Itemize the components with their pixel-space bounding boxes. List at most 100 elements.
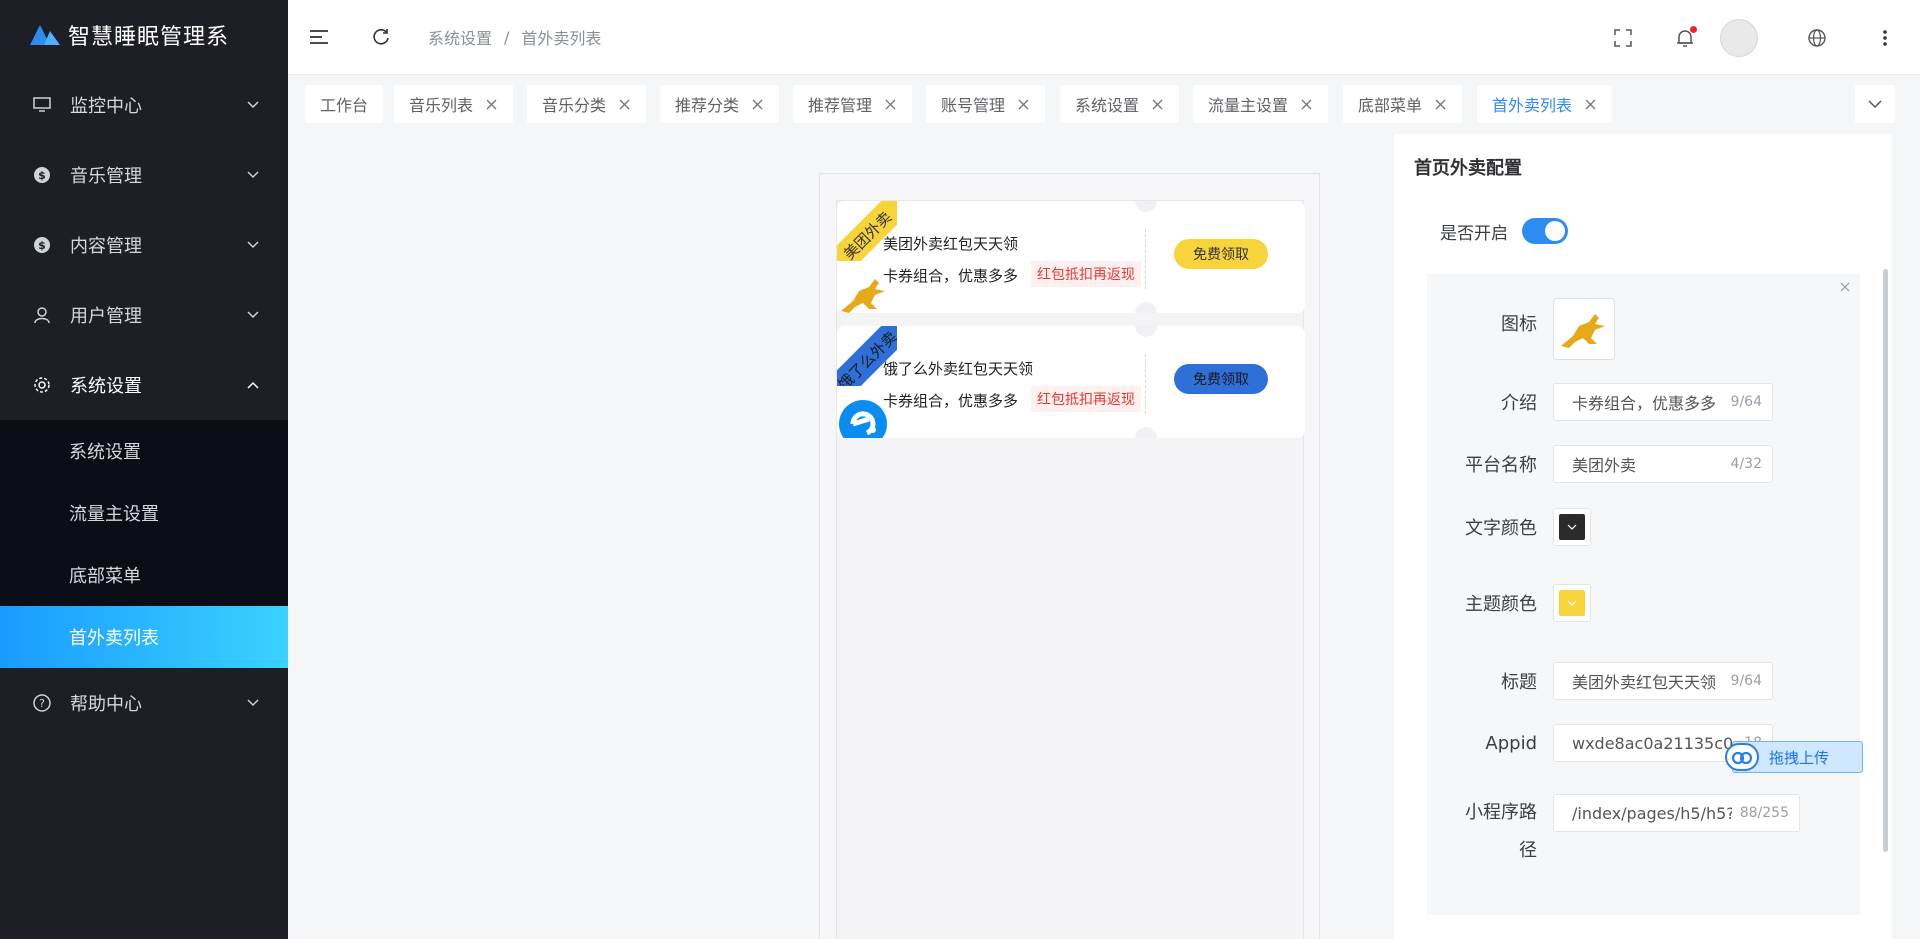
tab-label: 音乐分类 bbox=[542, 96, 607, 115]
close-icon[interactable] bbox=[1584, 98, 1597, 111]
enable-row: 是否开启 bbox=[1440, 218, 1568, 244]
header-actions bbox=[1610, 0, 1920, 75]
top-header: 系统设置 / 首外卖列表 bbox=[288, 0, 1920, 75]
tab-label: 推荐管理 bbox=[808, 96, 873, 115]
tab-label: 工作台 bbox=[320, 96, 369, 115]
notification-dot bbox=[1690, 25, 1697, 33]
icon-upload[interactable] bbox=[1553, 298, 1615, 360]
tab-music-category[interactable]: 音乐分类 bbox=[527, 85, 647, 123]
tab-music-list[interactable]: 音乐列表 bbox=[394, 85, 514, 123]
menu-item-users[interactable]: 用户管理 bbox=[0, 280, 288, 350]
menu-item-content[interactable]: $ 内容管理 bbox=[0, 210, 288, 280]
tab-bottom-menu[interactable]: 底部菜单 bbox=[1343, 85, 1463, 123]
tab-label: 流量主设置 bbox=[1208, 96, 1289, 115]
input-value: 美团外卖 bbox=[1572, 456, 1637, 475]
svg-text:?: ? bbox=[39, 697, 45, 710]
breadcrumb: 系统设置 / 首外卖列表 bbox=[428, 25, 601, 49]
fullscreen-icon[interactable] bbox=[1610, 25, 1636, 51]
chevron-up-icon bbox=[247, 381, 259, 389]
panel-scrollbar[interactable] bbox=[1883, 269, 1888, 852]
submenu-system-settings: 系统设置 流量主设置 底部菜单 首外卖列表 bbox=[0, 420, 288, 668]
coupon-divider bbox=[1145, 229, 1146, 289]
coupon-card-meituan[interactable]: 美团外卖 美团外卖红包天天领 卡券组合，优惠多多 红包抵扣再返现 免费领取 bbox=[837, 201, 1305, 313]
avatar[interactable] bbox=[1720, 18, 1758, 57]
text-color-picker[interactable] bbox=[1553, 508, 1591, 546]
tab-label: 系统设置 bbox=[1075, 96, 1140, 115]
submenu-item-bottom-menu[interactable]: 底部菜单 bbox=[0, 544, 288, 606]
tab-label: 音乐列表 bbox=[409, 96, 474, 115]
coupon-notch bbox=[1135, 427, 1157, 438]
coupon-card-eleme[interactable]: 饿了么外卖 饿了么外卖红包天天领 卡券组合，优惠多多 红包抵扣再返现 免费领取 bbox=[837, 326, 1305, 438]
platform-input[interactable]: 美团外卖 4/32 bbox=[1553, 445, 1773, 483]
tab-account-manage[interactable]: 账号管理 bbox=[926, 85, 1046, 123]
breadcrumb-item-current: 首外卖列表 bbox=[521, 29, 602, 48]
menu-fold-icon[interactable] bbox=[306, 24, 332, 50]
tab-recommend-manage[interactable]: 推荐管理 bbox=[793, 85, 913, 123]
close-icon[interactable] bbox=[1151, 98, 1164, 111]
close-icon[interactable] bbox=[1434, 98, 1447, 111]
tab-takeout-list[interactable]: 首外卖列表 bbox=[1477, 85, 1613, 123]
tab-recommend-category[interactable]: 推荐分类 bbox=[660, 85, 780, 123]
chevron-down-icon bbox=[247, 101, 259, 109]
coupon-desc: 卡券组合，优惠多多 bbox=[883, 267, 1019, 285]
drag-upload-widget[interactable]: 拖拽上传 bbox=[1725, 741, 1863, 773]
tab-traffic-settings[interactable]: 流量主设置 bbox=[1193, 85, 1329, 123]
menu-item-monitor[interactable]: 监控中心 bbox=[0, 70, 288, 140]
dollar-circle-icon: $ bbox=[32, 235, 52, 255]
upload-label: 拖拽上传 bbox=[1769, 748, 1830, 767]
field-platform-row: 平台名称 美团外卖 4/32 bbox=[1427, 445, 1860, 483]
submenu-item-takeout-list[interactable]: 首外卖列表 bbox=[0, 606, 288, 668]
enable-label: 是否开启 bbox=[1440, 223, 1508, 244]
menu-item-help[interactable]: ? 帮助中心 bbox=[0, 668, 288, 738]
field-label: 介绍 bbox=[1501, 393, 1537, 414]
title-input[interactable]: 美团外卖红包天天领 9/64 bbox=[1553, 662, 1773, 700]
coupon-title: 美团外卖红包天天领 bbox=[883, 235, 1019, 253]
coupon-tag: 红包抵扣再返现 bbox=[1031, 261, 1141, 287]
tabs-dropdown-button[interactable] bbox=[1855, 85, 1895, 123]
submenu-item-traffic-settings[interactable]: 流量主设置 bbox=[0, 482, 288, 544]
question-circle-icon: ? bbox=[32, 693, 52, 713]
tab-label: 推荐分类 bbox=[675, 96, 740, 115]
theme-color-picker[interactable] bbox=[1553, 584, 1591, 622]
gear-icon bbox=[32, 375, 52, 395]
tab-workbench[interactable]: 工作台 bbox=[305, 85, 384, 123]
close-icon[interactable] bbox=[1300, 98, 1313, 111]
path-input[interactable]: /index/pages/h5/h5?f_u 88/255 bbox=[1553, 794, 1800, 832]
free-claim-button[interactable]: 免费领取 bbox=[1174, 364, 1268, 394]
chevron-down-icon bbox=[1567, 600, 1577, 606]
field-path-row: 小程序路 径 /index/pages/h5/h5?f_u 88/255 bbox=[1427, 794, 1860, 870]
color-swatch bbox=[1559, 590, 1585, 616]
dollar-circle-icon: $ bbox=[32, 165, 52, 185]
breadcrumb-separator: / bbox=[504, 27, 510, 47]
close-icon[interactable] bbox=[618, 98, 631, 111]
close-icon[interactable] bbox=[1017, 98, 1030, 111]
menu-item-system-settings[interactable]: 系统设置 bbox=[0, 350, 288, 420]
free-claim-button[interactable]: 免费领取 bbox=[1174, 239, 1268, 269]
tab-system-settings[interactable]: 系统设置 bbox=[1060, 85, 1180, 123]
more-vertical-icon[interactable] bbox=[1872, 25, 1898, 51]
breadcrumb-item[interactable]: 系统设置 bbox=[428, 25, 492, 49]
config-panel: 首页外卖配置 是否开启 图标 介绍 卡券组合，优惠多多 9/64 平台名称 美团… bbox=[1394, 134, 1892, 939]
submenu-item-system-settings[interactable]: 系统设置 bbox=[0, 420, 288, 482]
user-icon bbox=[32, 305, 52, 325]
svg-text:$: $ bbox=[38, 169, 46, 182]
close-icon[interactable] bbox=[884, 98, 897, 111]
menu-item-music[interactable]: $ 音乐管理 bbox=[0, 140, 288, 210]
globe-icon[interactable] bbox=[1804, 25, 1830, 51]
close-icon[interactable] bbox=[751, 98, 764, 111]
menu-item-label: 用户管理 bbox=[70, 306, 142, 327]
field-label: 文字颜色 bbox=[1465, 518, 1537, 539]
intro-input[interactable]: 卡券组合，优惠多多 9/64 bbox=[1553, 383, 1773, 421]
chevron-down-icon bbox=[1567, 524, 1577, 530]
close-icon[interactable] bbox=[1838, 280, 1852, 294]
char-counter: 4/32 bbox=[1730, 456, 1762, 472]
field-title-row: 标题 美团外卖红包天天领 9/64 bbox=[1427, 662, 1860, 700]
brand: 智慧睡眠管理系 bbox=[0, 0, 288, 70]
bell-icon[interactable] bbox=[1672, 25, 1698, 51]
tab-label: 底部菜单 bbox=[1358, 96, 1423, 115]
close-icon[interactable] bbox=[485, 98, 498, 111]
menu-item-label: 内容管理 bbox=[70, 236, 142, 257]
refresh-icon[interactable] bbox=[368, 24, 394, 50]
enable-switch[interactable] bbox=[1522, 218, 1568, 244]
tabs-bar: 工作台 音乐列表 音乐分类 推荐分类 推荐管理 账号管理 系统设置 流量主设置 bbox=[288, 75, 1920, 131]
